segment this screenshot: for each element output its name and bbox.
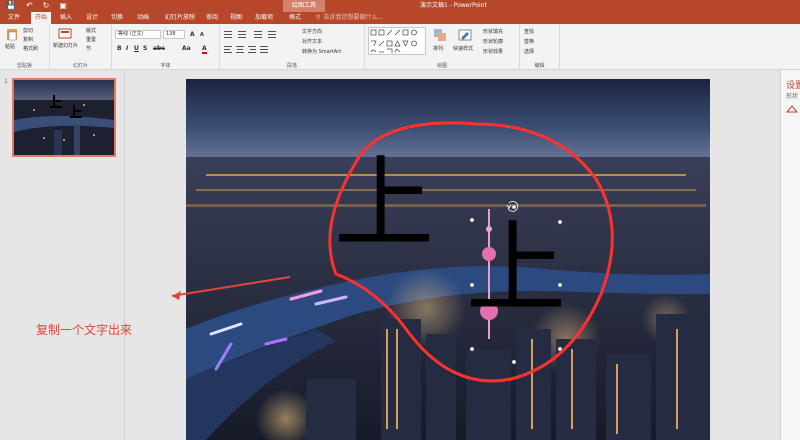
shadow-icon[interactable]: S xyxy=(143,45,147,52)
powerpoint-window: 💾 ↶ ↻ ▣ 绘图工具 演示文稿1 - PowerPoint 文件 开始 插入… xyxy=(0,0,800,440)
slide-textbox-1[interactable]: 上 xyxy=(334,149,434,259)
group-slides: 新建幻灯片 版式 重置 节 幻灯片 xyxy=(50,24,112,70)
slide-background-photo xyxy=(186,79,710,440)
clear-format-icon[interactable]: Aa xyxy=(182,45,191,52)
slide-textbox-2[interactable]: 上 xyxy=(466,214,566,324)
tab-design[interactable]: 设计 xyxy=(82,12,102,24)
font-name-select[interactable]: 等线 (正文) xyxy=(115,30,161,39)
shape-outline-button[interactable]: 形状轮廓 xyxy=(483,38,503,45)
group-editing: 查找 替换 选择 编辑 xyxy=(520,24,560,70)
tab-view[interactable]: 视图 xyxy=(226,12,246,24)
italic-icon[interactable]: I xyxy=(126,45,128,52)
select-button[interactable]: 选择 xyxy=(524,48,534,55)
shape-effects-button[interactable]: 形状效果 xyxy=(483,48,503,55)
tab-format[interactable]: 格式 xyxy=(285,12,305,24)
slide-thumbnails-panel: 1 xyxy=(0,70,125,440)
text-direction-button[interactable]: 文字方向 xyxy=(302,28,322,35)
paste-button[interactable]: 粘贴 xyxy=(5,43,15,50)
tab-addins[interactable]: 加载项 xyxy=(252,12,276,24)
context-tab-title: 绘图工具 xyxy=(283,0,325,12)
paste-icon[interactable] xyxy=(5,27,19,41)
group-label-paragraph: 段落 xyxy=(286,63,297,69)
slide-thumbnail-preview xyxy=(14,80,114,155)
underline-icon[interactable]: U xyxy=(134,45,139,52)
shapes-gallery[interactable] xyxy=(368,27,426,55)
shape-fill-button[interactable]: 形状填充 xyxy=(483,28,503,35)
find-button[interactable]: 查找 xyxy=(524,28,534,35)
section-button[interactable]: 节 xyxy=(86,45,91,52)
document-title: 演示文稿1 - PowerPoint xyxy=(420,2,487,9)
font-size-select[interactable]: 138 xyxy=(163,30,185,39)
group-font: 等线 (正文) 138 A A B I U S abc Aa A 字体 xyxy=(112,24,220,70)
tab-home[interactable]: 开始 xyxy=(31,12,51,24)
align-text-button[interactable]: 对齐文本 xyxy=(302,38,322,45)
replace-button[interactable]: 替换 xyxy=(524,38,534,45)
tab-file[interactable]: 文件 xyxy=(4,12,24,24)
tab-transitions[interactable]: 切换 xyxy=(107,12,127,24)
smartart-button[interactable]: 转换为 SmartArt xyxy=(302,48,341,55)
group-clipboard: 粘贴 剪切 复制 格式刷 剪贴板 xyxy=(0,24,50,70)
redo-icon[interactable]: ↻ xyxy=(43,0,50,12)
tab-animations[interactable]: 动画 xyxy=(133,12,153,24)
fill-icon[interactable] xyxy=(785,104,799,114)
format-pane-title: 设置 xyxy=(786,81,800,91)
ribbon: 粘贴 剪切 复制 格式刷 剪贴板 新建幻灯片 版式 重置 节 幻灯片 等线 (正… xyxy=(0,24,800,70)
font-color-icon[interactable]: A xyxy=(202,45,207,54)
format-painter-button[interactable]: 格式刷 xyxy=(23,45,38,52)
annotation-text: 复制一个文字出来 xyxy=(36,323,133,337)
format-shape-pane: 设置 形状 xyxy=(780,70,800,440)
cut-button[interactable]: 剪切 xyxy=(23,27,33,34)
slide[interactable]: 上 上 xyxy=(186,79,710,440)
group-label-editing: 编辑 xyxy=(534,63,545,69)
new-slide-icon[interactable] xyxy=(58,27,72,41)
list-icons[interactable] xyxy=(224,30,296,38)
tab-review[interactable]: 审阅 xyxy=(202,12,222,24)
bold-icon[interactable]: B xyxy=(117,45,122,52)
slide-number: 1 xyxy=(4,78,8,85)
ribbon-tabs: 文件 开始 插入 设计 切换 动画 幻灯片放映 审阅 视图 加载项 格式 ⚲ 告… xyxy=(0,12,800,24)
shrink-font-icon[interactable]: A xyxy=(200,32,204,38)
copy-button[interactable]: 复制 xyxy=(23,36,33,43)
slide-thumbnail[interactable] xyxy=(12,78,116,157)
strikethrough-icon[interactable]: abc xyxy=(153,45,165,52)
group-label-clipboard: 剪贴板 xyxy=(16,63,32,69)
title-bar: 💾 ↶ ↻ ▣ 绘图工具 演示文稿1 - PowerPoint xyxy=(0,0,800,12)
new-slide-button[interactable]: 新建幻灯片 xyxy=(53,43,81,49)
tab-insert[interactable]: 插入 xyxy=(56,12,76,24)
save-icon[interactable]: 💾 xyxy=(6,0,16,12)
slide-canvas: 上 上 xyxy=(125,70,780,440)
reset-button[interactable]: 重置 xyxy=(86,36,96,43)
tab-slideshow[interactable]: 幻灯片放映 xyxy=(160,12,200,24)
quick-styles-icon[interactable] xyxy=(458,28,472,42)
arrange-button[interactable]: 排列 xyxy=(433,45,443,52)
arrange-icon[interactable] xyxy=(433,28,447,42)
lightbulb-icon: ⚲ xyxy=(316,14,321,21)
undo-icon[interactable]: ↶ xyxy=(26,0,33,12)
group-label-slides: 幻灯片 xyxy=(72,63,88,69)
quick-access-toolbar: 💾 ↶ ↻ ▣ xyxy=(6,0,67,12)
format-pane-subtitle: 形状 xyxy=(786,93,799,100)
group-label-drawing: 绘图 xyxy=(436,63,447,69)
tell-me-search[interactable]: ⚲ 告诉我您想要做什么... xyxy=(316,12,383,24)
group-label-font: 字体 xyxy=(160,63,171,69)
quick-styles-button[interactable]: 快速样式 xyxy=(453,45,473,52)
layout-button[interactable]: 版式 xyxy=(86,27,96,34)
group-drawing: 排列 快速样式 形状填充 形状轮廓 形状效果 绘图 xyxy=(365,24,520,70)
group-paragraph: 文字方向 对齐文本 转换为 SmartArt 段落 xyxy=(220,24,365,70)
grow-font-icon[interactable]: A xyxy=(190,31,195,38)
tell-me-placeholder: 告诉我您想要做什么... xyxy=(323,14,384,21)
present-icon[interactable]: ▣ xyxy=(59,0,67,12)
align-icons[interactable] xyxy=(224,45,296,53)
